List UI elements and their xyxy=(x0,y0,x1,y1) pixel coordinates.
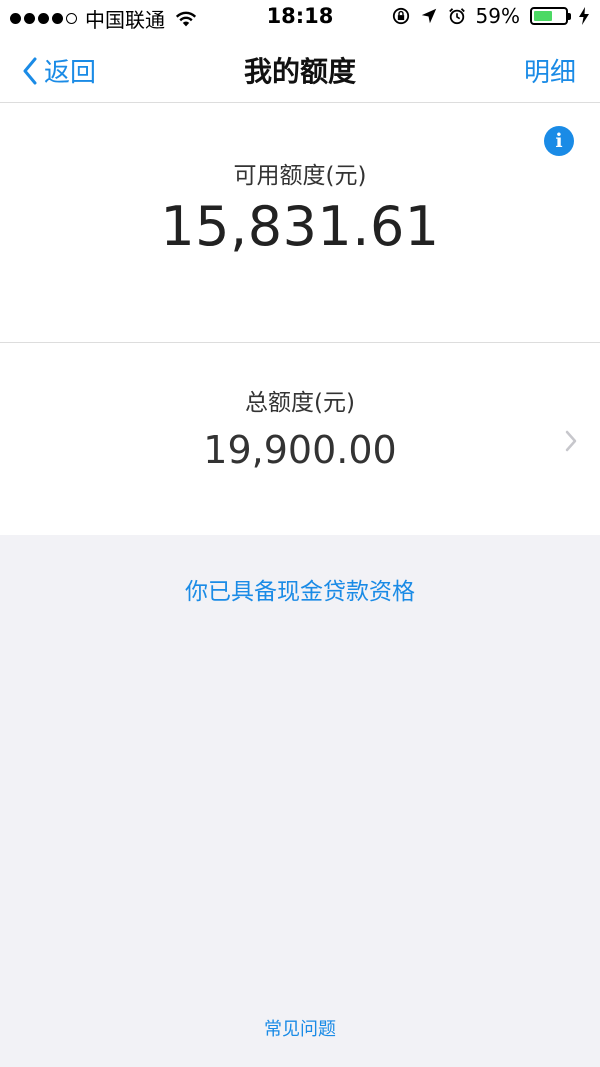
rotation-lock-icon xyxy=(392,7,409,25)
total-credit-label: 总额度(元) xyxy=(245,390,355,416)
total-credit-amount: 19,900.00 xyxy=(203,428,397,472)
available-credit-label: 可用额度(元) xyxy=(233,163,367,189)
cash-loan-eligibility-link[interactable]: 你已具备现金贷款资格 xyxy=(0,572,600,606)
screen: 中国联通 18:18 59% 返回 我的额度 明细 i 可用额度(元) 15,8… xyxy=(0,0,600,1067)
available-credit-amount: 15,831.61 xyxy=(160,195,440,258)
total-credit-row[interactable]: 总额度(元) 19,900.00 xyxy=(0,343,600,535)
faq-link[interactable]: 常见问题 xyxy=(0,1015,600,1041)
status-bar: 中国联通 18:18 59% xyxy=(0,0,600,36)
battery-percent: 59% xyxy=(475,4,520,28)
details-button[interactable]: 明细 xyxy=(524,52,576,89)
charging-icon xyxy=(579,7,589,25)
page-title: 我的额度 xyxy=(243,55,356,88)
nav-bar: 返回 我的额度 明细 xyxy=(0,36,600,103)
location-icon xyxy=(421,8,436,24)
battery-icon xyxy=(530,7,571,25)
battery-level xyxy=(534,11,552,21)
info-icon[interactable]: i xyxy=(544,126,574,156)
chevron-right-icon xyxy=(565,430,577,452)
alarm-icon xyxy=(448,8,465,25)
available-credit-card: i 可用额度(元) 15,831.61 xyxy=(0,103,600,343)
status-right: 59% xyxy=(392,4,590,28)
